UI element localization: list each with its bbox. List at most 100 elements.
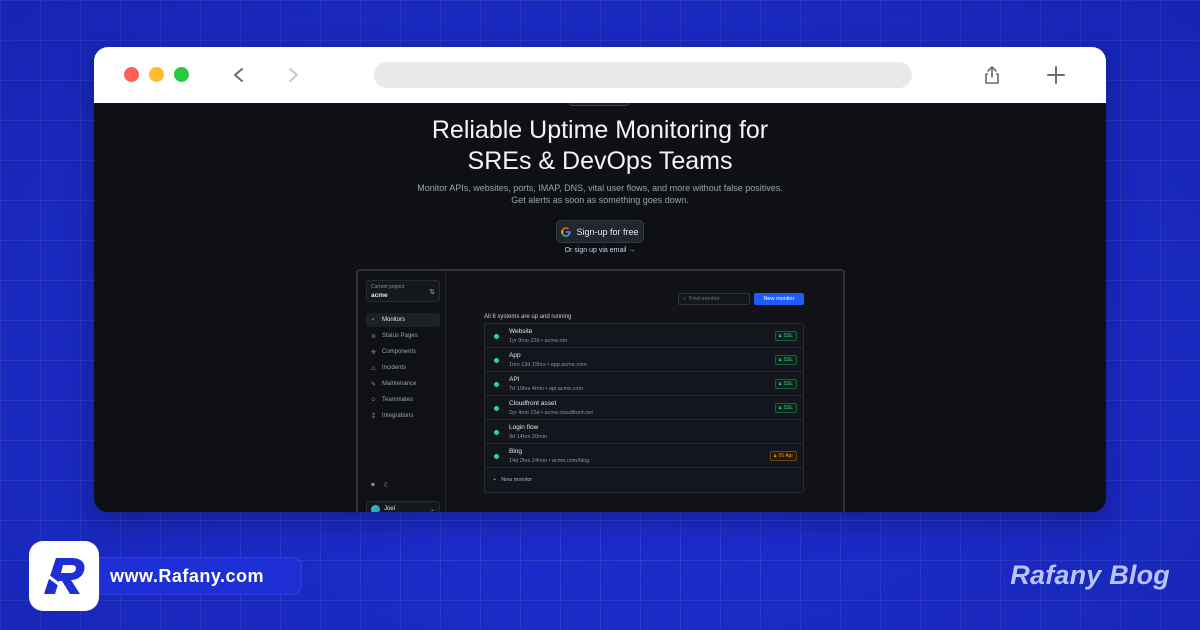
- find-monitor-input[interactable]: ⌕ Find monitor: [678, 293, 750, 305]
- website-url[interactable]: www.Rafany.com: [99, 557, 302, 595]
- rafany-logo: [29, 541, 99, 611]
- ssl-expiry-badge: 🔒︎ 05 Apr: [769, 451, 797, 461]
- monitor-row[interactable]: Cloudfront asset 2yr 4mo 15d • acme.clou…: [485, 396, 803, 420]
- ssl-badge: 🔒︎ SSL: [774, 379, 797, 389]
- ssl-badge-label: SSL: [783, 405, 793, 411]
- status-up-indicator: [494, 358, 499, 363]
- hero-subtitle: Monitor APIs, websites, ports, IMAP, DNS…: [94, 182, 1106, 206]
- monitor-meta: 9d 14hrs 20min: [509, 434, 547, 440]
- website-page: Reliable Uptime Monitoring for SREs & De…: [94, 103, 1106, 512]
- users-icon: ☺: [370, 397, 377, 403]
- ssl-badge: 🔒︎ SSL: [774, 331, 797, 341]
- ssl-badge-label: SSL: [783, 381, 793, 387]
- share-button[interactable]: [978, 61, 1006, 89]
- sidebar-item-components[interactable]: ✣ Components: [366, 345, 440, 359]
- forward-button[interactable]: [279, 61, 307, 89]
- search-icon: ⌕: [683, 295, 687, 302]
- monitor-row[interactable]: Login flow 9d 14hrs 20min: [485, 420, 803, 444]
- sidebar-item-status-pages[interactable]: ≋ Status Pages: [366, 329, 440, 343]
- status-up-indicator: [494, 406, 499, 411]
- ssl-badge: 🔒︎ SSL: [774, 355, 797, 365]
- blog-name: Rafany Blog: [1010, 560, 1170, 590]
- sun-icon[interactable]: ✷: [370, 481, 376, 489]
- switch-icon: ⇅: [429, 289, 435, 296]
- status-up-indicator: [494, 430, 499, 435]
- announcement-badge[interactable]: [568, 103, 630, 106]
- moon-icon[interactable]: ☾: [384, 481, 390, 489]
- sidebar-item-label: Status Pages: [382, 333, 418, 339]
- new-monitor-button[interactable]: New monitor: [754, 293, 804, 305]
- lock-icon: 🔒︎: [773, 453, 777, 459]
- signup-label: Sign-up for free: [576, 226, 639, 237]
- add-monitor-row[interactable]: + New monitor: [493, 477, 532, 483]
- hero-title: Reliable Uptime Monitoring for SREs & De…: [94, 115, 1106, 177]
- ssl-badge: 🔒︎ SSL: [774, 403, 797, 413]
- monitor-meta: 1mo 13d 15hrs • app.acme.com: [509, 362, 587, 368]
- chevron-right-icon: [289, 68, 298, 82]
- sidebar-item-teammates[interactable]: ☺ Teammates: [366, 393, 440, 407]
- project-name: acme: [371, 292, 388, 299]
- plug-icon: ⁑: [372, 413, 375, 420]
- plus-icon: +: [493, 477, 497, 483]
- avatar: [371, 504, 380, 512]
- monitor-name: App: [509, 352, 521, 359]
- hero-title-line: SREs & DevOps Teams: [467, 147, 733, 175]
- email-signup-link[interactable]: Or sign up via email →: [94, 247, 1106, 254]
- monitor-row[interactable]: App 1mo 13d 15hrs • app.acme.com 🔒︎ SSL: [485, 348, 803, 372]
- plus-icon: [1047, 66, 1065, 84]
- close-window-button[interactable]: [124, 67, 139, 82]
- chevron-left-icon: [234, 68, 243, 82]
- project-label: Current project: [371, 284, 405, 290]
- monitor-meta: 2yr 4mo 15d • acme.cloudfront.net: [509, 410, 593, 416]
- sidebar-item-integrations[interactable]: ⁑ Integrations: [366, 409, 440, 423]
- wrench-icon: ✎: [370, 381, 377, 388]
- theme-toggle: ✷ ☾: [370, 481, 390, 489]
- status-up-indicator: [494, 334, 499, 339]
- user-menu[interactable]: Joel ⌄: [366, 501, 440, 512]
- address-bar[interactable]: [374, 62, 912, 88]
- maximize-window-button[interactable]: [174, 67, 189, 82]
- app-sidebar: Current project acme ⇅ ◐ Monitors ≋ Stat…: [358, 271, 446, 512]
- monitor-row[interactable]: API 7d 19hrs 4min • api.acme.com 🔒︎ SSL: [485, 372, 803, 396]
- status-up-indicator: [494, 454, 499, 459]
- back-button[interactable]: [225, 61, 253, 89]
- monitor-meta: 1yr 9mo 22d • acme.om: [509, 338, 568, 344]
- monitor-meta: 14d 2hrs 24min • acme.com/blog: [509, 458, 590, 464]
- sidebar-item-label: Maintenance: [382, 381, 417, 387]
- browser-window: Reliable Uptime Monitoring for SREs & De…: [94, 47, 1106, 512]
- monitor-meta: 7d 19hrs 4min • api.acme.com: [509, 386, 584, 392]
- sidebar-item-label: Components: [382, 349, 417, 355]
- monitor-row[interactable]: Website 1yr 9mo 22d • acme.om 🔒︎ SSL: [485, 324, 803, 348]
- ssl-badge-label: SSL: [783, 333, 793, 339]
- monitor-name: API: [509, 376, 520, 383]
- lock-icon: 🔒︎: [778, 381, 782, 387]
- monitor-row[interactable]: Blog 14d 2hrs 24min • acme.com/blog 🔒︎ 05…: [485, 444, 803, 468]
- app-main: ⌕ Find monitor New monitor All 6 systems…: [446, 271, 843, 512]
- user-name: Joel: [384, 506, 396, 512]
- ssl-expiry-label: 05 Apr: [778, 453, 793, 459]
- systems-status-text: All 6 systems are up and running: [484, 314, 572, 320]
- alert-icon: ⚠: [370, 365, 377, 372]
- new-tab-button[interactable]: [1042, 61, 1070, 89]
- share-icon: [985, 66, 999, 84]
- wifi-icon: ≋: [370, 333, 377, 340]
- ssl-badge-label: SSL: [783, 357, 793, 363]
- monitor-name: Website: [509, 328, 533, 335]
- hero-title-line: Reliable Uptime Monitoring for: [431, 116, 769, 144]
- monitor-list: Website 1yr 9mo 22d • acme.om 🔒︎ SSL App …: [484, 323, 804, 493]
- monitor-name: Blog: [509, 448, 523, 455]
- sidebar-item-monitors[interactable]: ◐ Monitors: [366, 313, 440, 327]
- monitor-name: Login flow: [509, 424, 539, 431]
- google-signup-button[interactable]: Sign-up for free: [556, 220, 644, 243]
- lock-icon: 🔒︎: [778, 357, 782, 363]
- sidebar-item-label: Incidents: [382, 365, 407, 371]
- sidebar-item-label: Integrations: [382, 413, 414, 419]
- sidebar-item-maintenance[interactable]: ✎ Maintenance: [366, 377, 440, 391]
- sidebar-item-incidents[interactable]: ⚠ Incidents: [366, 361, 440, 375]
- status-up-indicator: [494, 382, 499, 387]
- find-placeholder: Find monitor: [689, 296, 720, 302]
- dashboard-preview: Current project acme ⇅ ◐ Monitors ≋ Stat…: [356, 269, 845, 512]
- project-switcher[interactable]: Current project acme ⇅: [366, 280, 440, 302]
- hero-subtitle-line: Monitor APIs, websites, ports, IMAP, DNS…: [417, 183, 783, 193]
- minimize-window-button[interactable]: [149, 67, 164, 82]
